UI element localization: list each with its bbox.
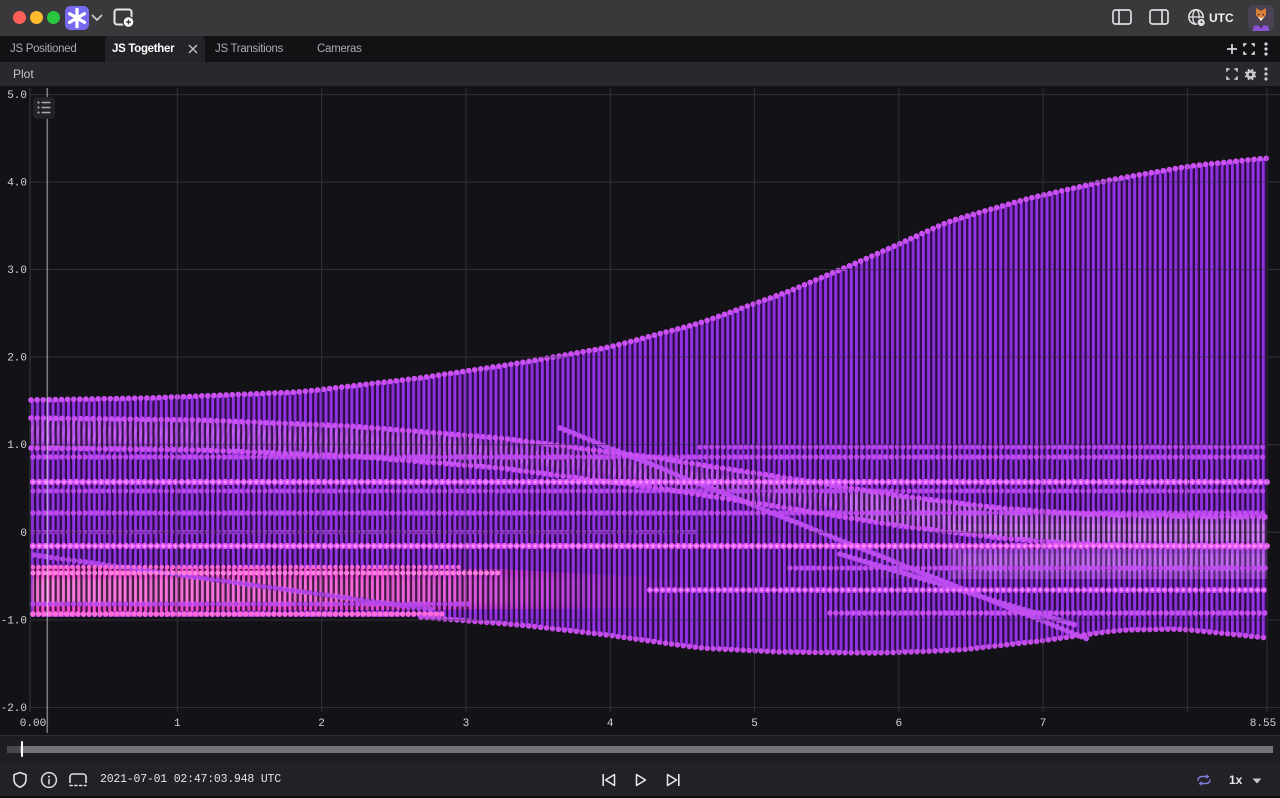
svg-text:8.55: 8.55 <box>1250 718 1276 730</box>
svg-text:7: 7 <box>1040 718 1047 730</box>
svg-text:-1.0: -1.0 <box>1 616 27 628</box>
svg-text:3.0: 3.0 <box>7 265 27 277</box>
svg-text:4.0: 4.0 <box>7 178 27 190</box>
svg-text:2: 2 <box>318 718 325 730</box>
svg-text:-2.0: -2.0 <box>1 703 27 715</box>
svg-text:5.0: 5.0 <box>7 90 27 102</box>
svg-text:6: 6 <box>895 718 902 730</box>
svg-text:1: 1 <box>174 718 181 730</box>
svg-text:4: 4 <box>607 718 614 730</box>
svg-text:0.00: 0.00 <box>20 718 46 730</box>
svg-text:2.0: 2.0 <box>7 353 27 365</box>
svg-text:3: 3 <box>463 718 470 730</box>
svg-text:0: 0 <box>20 528 27 540</box>
svg-text:5: 5 <box>751 718 758 730</box>
svg-text:1.0: 1.0 <box>7 440 27 452</box>
